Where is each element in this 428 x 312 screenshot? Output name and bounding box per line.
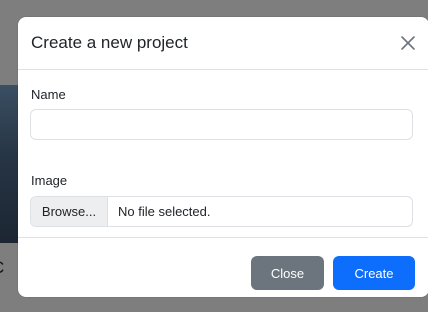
create-project-modal: Create a new project Name Image Browse..… xyxy=(18,17,428,297)
close-icon[interactable] xyxy=(400,35,416,51)
modal-header: Create a new project xyxy=(18,17,428,70)
background-text-fragment: C xyxy=(0,258,18,278)
browse-button[interactable]: Browse... xyxy=(31,197,108,226)
close-button[interactable]: Close xyxy=(251,256,324,290)
modal-title: Create a new project xyxy=(31,33,188,52)
name-input[interactable] xyxy=(30,109,413,140)
name-label: Name xyxy=(31,87,66,102)
file-status-text: No file selected. xyxy=(118,204,211,219)
image-label: Image xyxy=(31,173,68,188)
create-button[interactable]: Create xyxy=(333,256,415,290)
modal-body: Name Image Browse... No file selected. xyxy=(18,70,428,236)
background-image-edge xyxy=(0,85,20,243)
image-file-input[interactable]: Browse... No file selected. xyxy=(30,196,413,227)
modal-footer: Close Create xyxy=(18,237,428,297)
